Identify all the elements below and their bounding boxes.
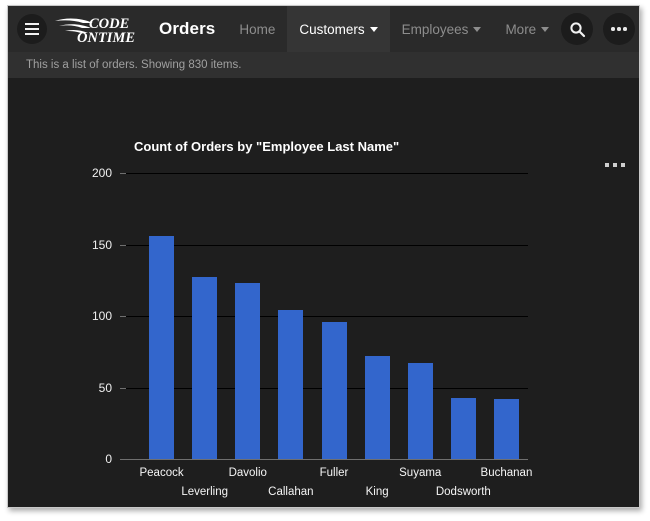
y-axis-tick (120, 316, 126, 317)
nav-tab-more[interactable]: More (493, 6, 561, 52)
chart-bar[interactable] (149, 235, 175, 459)
chart-panel: Count of Orders by "Employee Last Name" … (8, 78, 639, 507)
overflow-menu-button[interactable] (603, 13, 636, 45)
chart-bar[interactable] (321, 321, 347, 459)
chart-plot-area: 0 50 100 150 200 Peacock Leverling Davolio Calla… (8, 78, 639, 507)
chevron-down-icon (541, 26, 550, 32)
chevron-down-icon (369, 26, 378, 32)
x-axis-label: Leverling (181, 486, 228, 498)
x-axis-line (126, 459, 528, 460)
search-icon (570, 21, 585, 37)
chart-bar[interactable] (407, 363, 433, 459)
x-axis-label: King (365, 486, 389, 498)
y-axis-label: 50 (98, 380, 112, 395)
y-axis-tick (120, 387, 126, 389)
y-axis-label: 150 (91, 237, 112, 252)
status-text: This is a list of orders. Showing 830 it… (26, 59, 242, 71)
bar-chart: Count of Orders by "Employee Last Name" … (8, 78, 639, 507)
chart-gridline (126, 316, 528, 317)
page-title: Orders (159, 19, 216, 38)
svg-text:ONTIME: ONTIME (77, 30, 135, 46)
nav-tab-customers[interactable]: Customers (287, 6, 390, 52)
nav-tab-home[interactable]: Home (227, 6, 287, 52)
search-button[interactable] (561, 13, 594, 45)
chart-bar[interactable] (235, 283, 261, 459)
chart-bar[interactable] (450, 397, 476, 459)
chart-bar[interactable] (364, 356, 390, 459)
y-axis-tick (120, 244, 126, 246)
status-description-bar: This is a list of orders. Showing 830 it… (8, 52, 639, 78)
nav-tab-more-label: More (505, 21, 537, 37)
hamburger-menu-icon[interactable] (17, 14, 47, 44)
chart-bar[interactable] (192, 277, 218, 459)
y-axis-label: 0 (105, 452, 112, 466)
x-axis-label: Suyama (399, 467, 442, 479)
nav-tab-customers-label: Customers (299, 21, 365, 37)
chevron-down-icon (473, 26, 482, 32)
x-axis-label: Peacock (139, 467, 184, 479)
y-axis-label: 200 (91, 166, 112, 180)
y-axis-tick (120, 173, 126, 174)
nav-tab-home-label: Home (239, 21, 276, 37)
code-ontime-logo-icon: CODE ONTIME (55, 16, 135, 46)
x-axis-label: Fuller (319, 467, 349, 479)
nav-tab-employees-label: Employees (401, 21, 469, 37)
app-window: CODE ONTIME Orders Home Customers Employ… (7, 5, 640, 508)
chart-gridline (126, 244, 528, 246)
app-logo[interactable]: CODE ONTIME (53, 12, 145, 46)
y-axis-label: 100 (91, 309, 112, 323)
chart-bar[interactable] (278, 310, 304, 459)
x-axis-label: Buchanan (480, 467, 533, 479)
ellipsis-icon (611, 27, 627, 31)
top-navigation-bar: CODE ONTIME Orders Home Customers Employ… (8, 6, 639, 52)
x-axis-label: Callahan (268, 486, 314, 498)
nav-tab-employees[interactable]: Employees (390, 6, 494, 52)
x-axis-label: Davolio (228, 467, 267, 479)
chart-bar[interactable] (493, 398, 519, 459)
chart-gridline (126, 173, 528, 174)
x-axis-label: Dodsworth (435, 486, 491, 498)
